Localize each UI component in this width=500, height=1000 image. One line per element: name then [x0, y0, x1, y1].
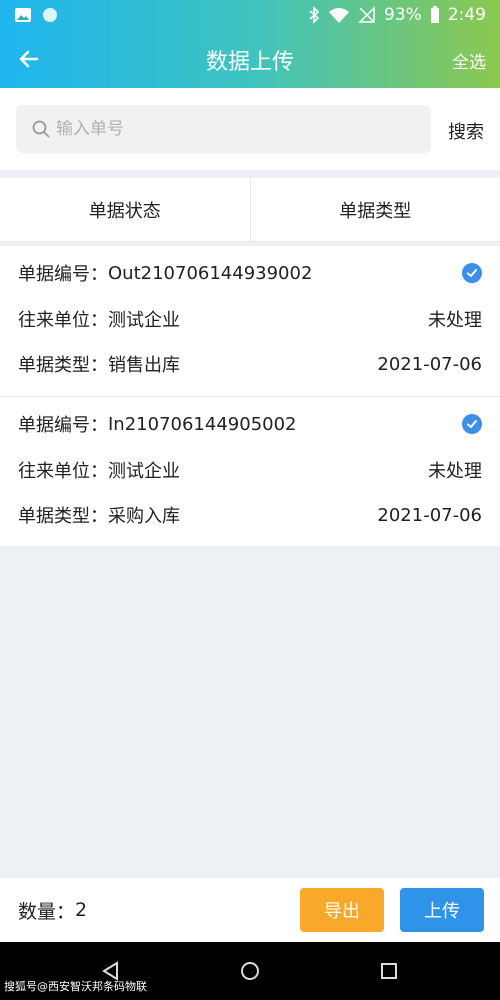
record-type: 销售出库: [108, 355, 180, 376]
system-navigation-bar: 搜狐号@西安智沃邦条码物联: [0, 942, 500, 1000]
partner-label: 往来单位：: [18, 461, 108, 482]
battery-percent: 93%: [384, 5, 422, 25]
record-status: 未处理: [428, 310, 482, 331]
number-label: 单据编号：: [18, 415, 108, 436]
search-input[interactable]: [56, 119, 396, 139]
nav-home-icon[interactable]: [239, 960, 261, 982]
filter-type[interactable]: 单据类型: [249, 178, 500, 241]
record-type: 采购入库: [108, 506, 180, 527]
type-label: 单据类型：: [18, 355, 108, 376]
record-number-row: 单据编号： Out210706144939002: [18, 258, 482, 288]
search-icon: [32, 120, 50, 138]
watermark: 搜狐号@西安智沃邦条码物联: [4, 980, 147, 993]
record-partner: 测试企业: [108, 461, 180, 482]
partner-label: 往来单位：: [18, 310, 108, 331]
toolbar: 数据上传 全选: [0, 30, 500, 88]
record-date: 2021-07-06: [377, 353, 482, 375]
search-area: 搜索: [0, 88, 500, 170]
app-header: 93% 2:49 数据上传 全选: [0, 0, 500, 88]
battery-icon: [430, 6, 439, 23]
filter-status[interactable]: 单据状态: [0, 178, 250, 241]
record-number: Out210706144939002: [108, 262, 313, 284]
search-box[interactable]: [16, 105, 431, 153]
number-label: 单据编号：: [18, 264, 108, 285]
checked-icon[interactable]: [462, 263, 482, 283]
filter-bar: 单据状态 单据类型: [0, 178, 500, 242]
page-title: 数据上传: [205, 50, 294, 75]
record-status: 未处理: [428, 461, 482, 482]
status-bar: 93% 2:49: [0, 0, 500, 30]
count-label: 数量：: [18, 900, 76, 923]
record-partner: 测试企业: [108, 310, 180, 331]
record-number: In210706144905002: [108, 413, 297, 435]
wifi-icon: [329, 8, 350, 23]
clock: 2:49: [447, 5, 486, 25]
count-value: 2: [75, 899, 88, 921]
no-signal-icon: [358, 6, 375, 23]
record-partner-row: 往来单位： 测试企业 未处理: [18, 304, 482, 334]
circle-icon: [43, 8, 57, 22]
type-label: 单据类型：: [18, 506, 108, 527]
upload-button[interactable]: 上传: [400, 888, 484, 932]
checked-icon[interactable]: [462, 414, 482, 434]
record-partner-row: 往来单位： 测试企业 未处理: [18, 455, 482, 485]
record-list: 单据编号： Out210706144939002 往来单位： 测试企业 未处理 …: [0, 246, 500, 546]
record-date: 2021-07-06: [377, 504, 482, 526]
bottom-action-bar: 数量： 2 导出 上传: [0, 878, 500, 942]
record-type-row: 单据类型： 采购入库 2021-07-06: [18, 500, 482, 530]
export-button[interactable]: 导出: [300, 888, 384, 932]
list-item[interactable]: 单据编号： In210706144905002 往来单位： 测试企业 未处理 单…: [0, 396, 500, 546]
bluetooth-icon: [309, 6, 320, 24]
nav-recents-icon[interactable]: [378, 960, 400, 982]
record-number-row: 单据编号： In210706144905002: [18, 409, 482, 439]
select-all-button[interactable]: 全选: [452, 48, 486, 73]
search-button[interactable]: 搜索: [448, 118, 484, 144]
record-type-row: 单据类型： 销售出库 2021-07-06: [18, 349, 482, 379]
image-icon: [15, 8, 31, 22]
list-item[interactable]: 单据编号： Out210706144939002 往来单位： 测试企业 未处理 …: [0, 246, 500, 396]
